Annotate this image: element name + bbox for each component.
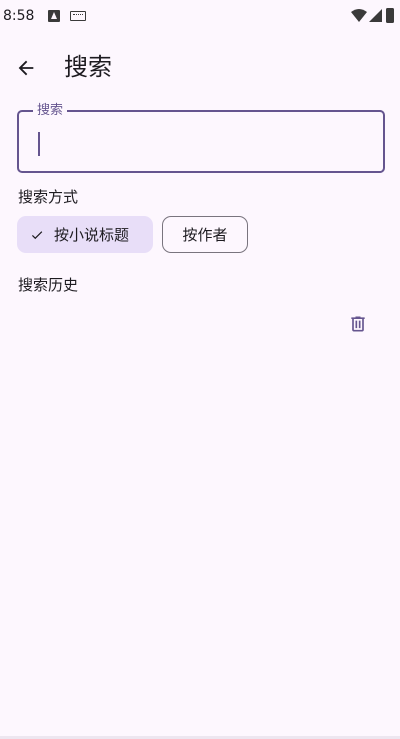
chip-by-author-label: 按作者 xyxy=(182,226,228,244)
search-history-heading: 搜索历史 xyxy=(18,276,79,294)
chip-by-author[interactable]: 按作者 xyxy=(162,216,248,253)
trash-icon xyxy=(351,316,365,332)
back-button[interactable] xyxy=(10,52,42,84)
search-screen: 8:58 搜索 搜索 搜索方式 按小说标题 按作者 搜索历史 xyxy=(0,0,400,739)
search-input[interactable] xyxy=(33,126,363,158)
arrow-left-icon xyxy=(18,60,34,76)
search-mode-heading: 搜索方式 xyxy=(18,188,79,206)
chip-by-title[interactable]: 按小说标题 xyxy=(17,216,153,253)
chip-by-title-label: 按小说标题 xyxy=(54,226,130,244)
check-icon xyxy=(29,227,45,243)
signal-icon xyxy=(369,9,382,22)
status-time: 8:58 xyxy=(3,8,35,24)
battery-icon xyxy=(386,8,394,23)
text-cursor xyxy=(38,132,40,156)
wifi-icon xyxy=(351,9,367,22)
clear-history-button[interactable] xyxy=(342,308,374,340)
a-notification-icon xyxy=(48,10,60,22)
search-field-label: 搜索 xyxy=(33,103,68,119)
status-bar: 8:58 xyxy=(0,0,400,34)
search-field[interactable]: 搜索 xyxy=(17,103,385,173)
keyboard-icon xyxy=(70,11,86,21)
search-history-list xyxy=(0,340,400,720)
page-title: 搜索 xyxy=(64,53,112,81)
